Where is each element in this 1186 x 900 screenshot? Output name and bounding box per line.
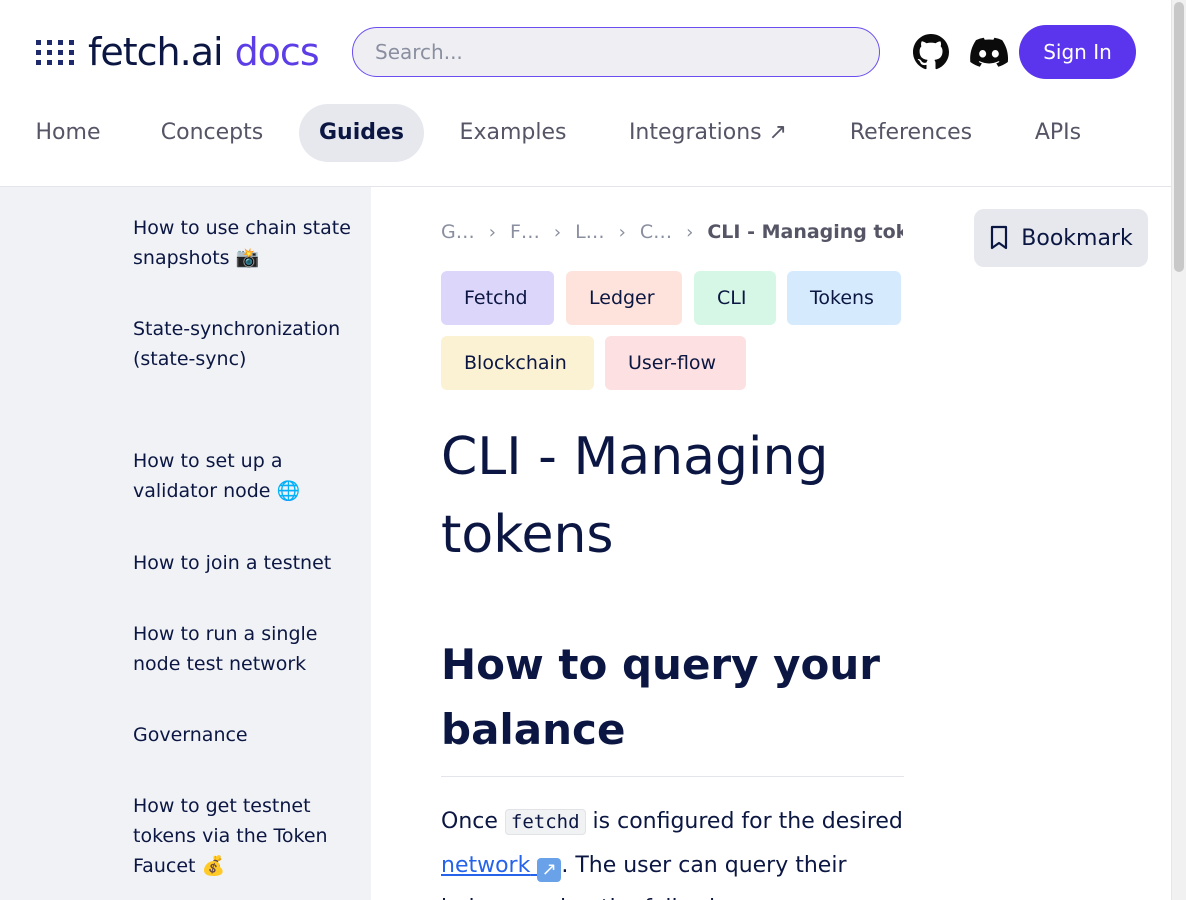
logo-dots-icon [36,39,74,65]
tag-cli[interactable]: CLI [694,271,776,325]
sidebar-item-governance[interactable]: Governance [133,720,353,750]
nav-guides[interactable]: Guides [299,104,424,162]
site-header: fetch.ai docs Sign In [0,0,1171,104]
para-text: Once [441,809,505,834]
tag-fetchd[interactable]: Fetchd [441,271,554,325]
nav-apis[interactable]: APIs [1014,104,1102,162]
discord-icon[interactable] [970,33,1008,71]
nav-examples[interactable]: Examples [442,104,584,162]
sidebar-item-join-testnet[interactable]: How to join a testnet [133,548,363,578]
nav-home[interactable]: Home [14,104,122,162]
tag-user-flow[interactable]: User-flow [605,336,746,390]
bookmark-icon [991,225,1008,250]
breadcrumb-item[interactable]: F… [510,221,540,243]
external-link-icon: ↗ [537,858,562,882]
top-nav: Home Concepts Guides Examples Integratio… [0,104,1171,162]
chevron-right-icon: › [618,221,626,243]
logo-fetch-text: fetch.ai [88,30,224,74]
para-text: is configured for the desired [585,809,903,834]
sidebar: How to use chain state snapshots 📸 State… [0,187,371,900]
github-icon[interactable] [912,33,950,71]
sidebar-item-token-faucet[interactable]: How to get testnet tokens via the Token … [133,791,353,881]
search-input[interactable] [352,27,880,77]
tag-blockchain[interactable]: Blockchain [441,336,594,390]
bookmark-label: Bookmark [1021,225,1133,251]
nav-references[interactable]: References [830,104,992,162]
sidebar-item-single-node-test-network[interactable]: How to run a single node test network [133,619,353,679]
nav-concepts[interactable]: Concepts [143,104,281,162]
logo-docs-text: docs [234,30,320,74]
chevron-right-icon: › [553,221,562,243]
section-heading: How to query your balance [441,632,904,777]
sidebar-item-chain-state-snapshots[interactable]: How to use chain state snapshots 📸 [133,213,353,273]
breadcrumb: G… › F… › L… › C… › CLI - Managing tok [441,217,903,247]
network-link[interactable]: network ↗ [441,853,562,882]
breadcrumb-item[interactable]: C… [640,221,672,243]
chevron-right-icon: › [686,221,694,243]
scrollbar[interactable] [1171,0,1186,900]
inline-code: fetchd [504,809,586,835]
breadcrumb-current: CLI - Managing tok [707,221,904,243]
fetch-ai-docs-logo[interactable]: fetch.ai docs [36,30,320,74]
sign-in-button[interactable]: Sign In [1019,25,1136,79]
page-title: CLI - Managing tokens [441,427,829,565]
bookmark-button[interactable]: Bookmark [974,209,1148,267]
breadcrumb-item[interactable]: L… [575,221,605,243]
article-paragraph: Once fetchd is configured for the desire… [441,800,904,900]
chevron-right-icon: › [488,221,496,243]
sidebar-item-state-sync[interactable]: State-synchronization (state-sync) [133,314,353,374]
scrollbar-thumb[interactable] [1174,2,1184,272]
network-link-text: network [441,853,531,878]
sidebar-item-validator-node[interactable]: How to set up a validator node 🌐 [133,446,353,506]
breadcrumb-item[interactable]: G… [441,221,475,243]
tag-tokens[interactable]: Tokens [787,271,901,325]
tag-ledger[interactable]: Ledger [566,271,682,325]
nav-integrations[interactable]: Integrations ↗ [606,104,810,162]
